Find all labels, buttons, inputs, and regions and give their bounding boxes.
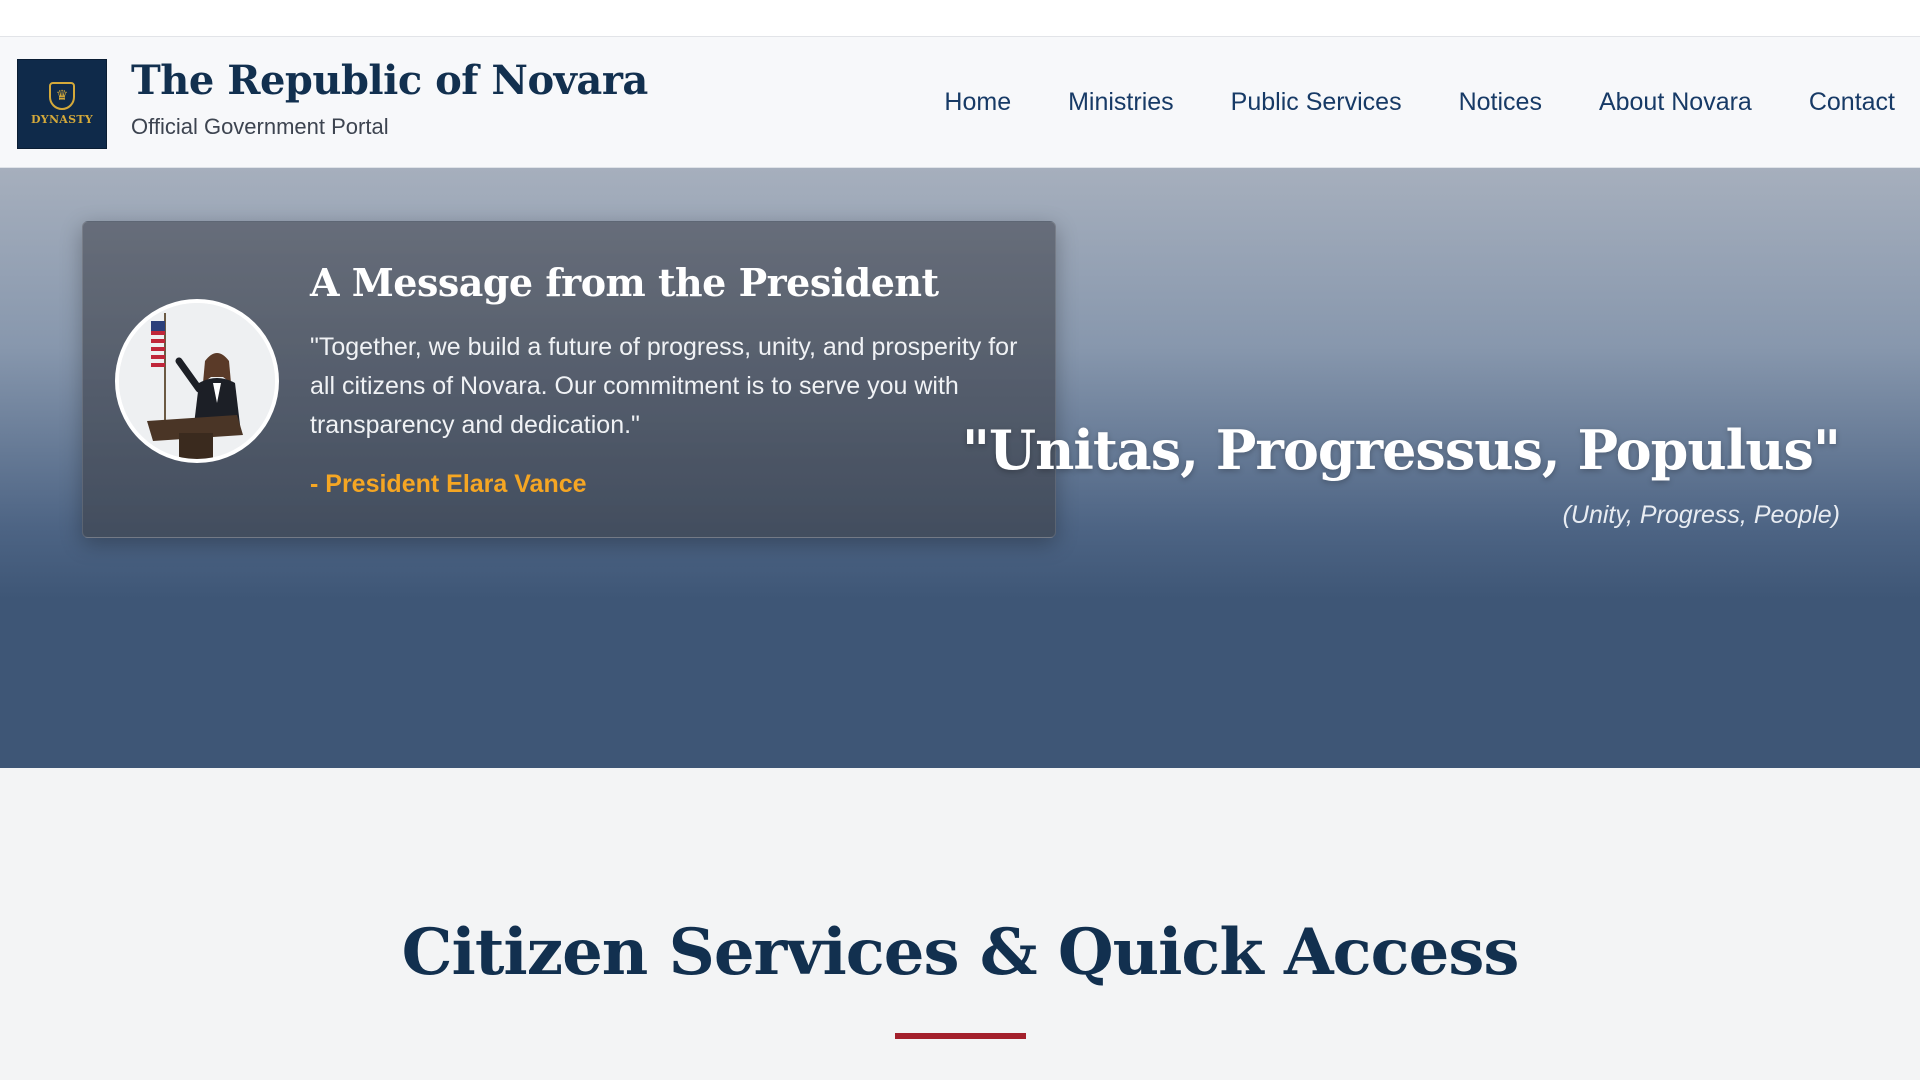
president-message-title: A Message from the President: [310, 260, 939, 305]
president-quote: "Together, we build a future of progress…: [310, 333, 1018, 439]
nav-home[interactable]: Home: [944, 88, 1011, 117]
nav-about-novara[interactable]: About Novara: [1599, 88, 1752, 117]
president-message-card: A Message from the President "Together, …: [82, 221, 1056, 538]
site-title[interactable]: The Republic of Novara: [131, 57, 648, 104]
nav-notices[interactable]: Notices: [1459, 88, 1542, 117]
president-signature: - President Elara Vance: [310, 470, 587, 498]
section-title-underline: [895, 1033, 1026, 1039]
site-logo[interactable]: ♛ DYNASTY: [17, 59, 107, 149]
site-subtitle: Official Government Portal: [131, 114, 389, 139]
national-motto: "Unitas, Progressus, Populus": [961, 418, 1841, 482]
brand: The Republic of Novara Official Governme…: [131, 57, 648, 140]
crest-shield-icon: ♛: [49, 82, 75, 110]
nav-public-services[interactable]: Public Services: [1231, 88, 1402, 117]
logo-text: DYNASTY: [30, 113, 94, 126]
hero-banner: A Message from the President "Together, …: [0, 168, 1920, 768]
president-avatar: [115, 299, 279, 463]
section-title: Citizen Services & Quick Access: [401, 915, 1520, 990]
top-strip: [0, 0, 1920, 37]
nav-ministries[interactable]: Ministries: [1068, 88, 1174, 117]
citizen-services-section: Citizen Services & Quick Access: [0, 768, 1920, 1080]
president-portrait: [119, 303, 275, 459]
motto-translation: (Unity, Progress, People): [1562, 501, 1840, 529]
nav-contact[interactable]: Contact: [1809, 88, 1895, 117]
site-header: ♛ DYNASTY The Republic of Novara Officia…: [0, 37, 1920, 168]
main-nav: Home Ministries Public Services Notices …: [944, 37, 1895, 168]
